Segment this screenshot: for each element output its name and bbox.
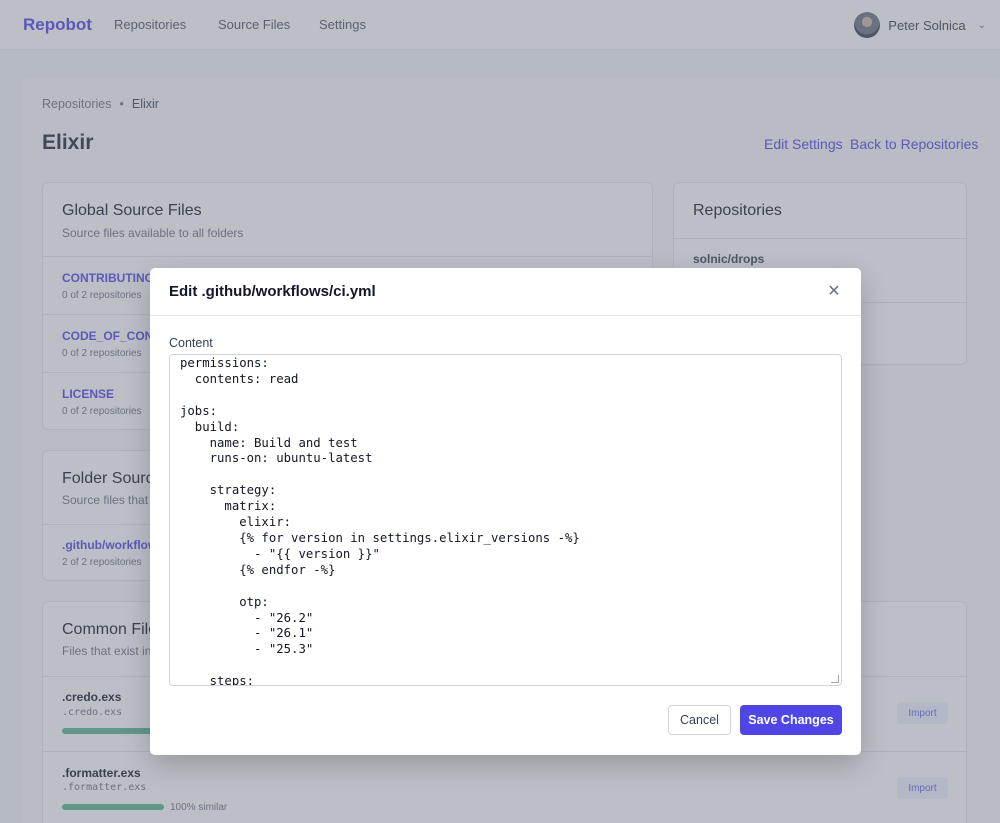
content-textarea[interactable]: permissions: contents: read jobs: build:… (169, 354, 842, 686)
save-changes-button[interactable]: Save Changes (740, 705, 842, 735)
cancel-button[interactable]: Cancel (668, 705, 731, 735)
close-icon[interactable]: ✕ (825, 283, 843, 301)
content-code: permissions: contents: read jobs: build:… (180, 356, 580, 686)
modal-header: Edit .github/workflows/ci.yml ✕ (150, 268, 861, 316)
modal-title: Edit .github/workflows/ci.yml (169, 283, 376, 300)
edit-file-modal: Edit .github/workflows/ci.yml ✕ Content … (150, 268, 861, 755)
content-label: Content (169, 336, 213, 350)
resize-handle-icon[interactable] (831, 675, 839, 683)
